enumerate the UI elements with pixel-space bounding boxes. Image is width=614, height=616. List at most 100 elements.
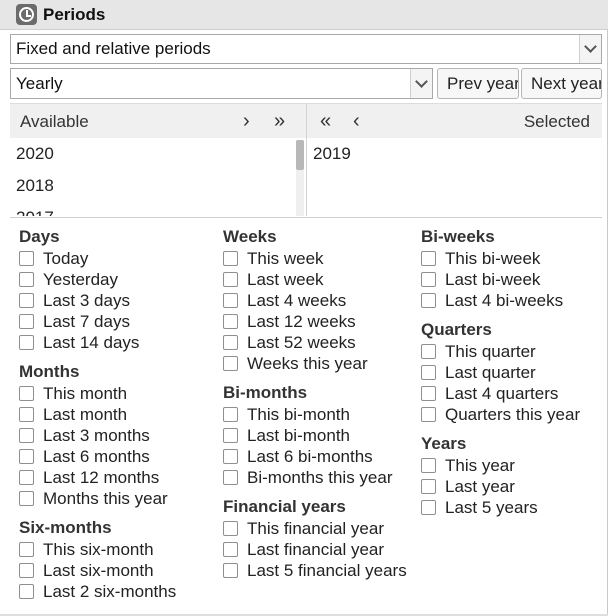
option-last-12-months[interactable]: Last 12 months: [19, 467, 176, 488]
option-last-2-six-months[interactable]: Last 2 six-months: [19, 581, 176, 602]
checkbox[interactable]: [223, 449, 238, 464]
option-months-this-year[interactable]: Months this year: [19, 488, 176, 509]
option-this-financial-year[interactable]: This financial year: [223, 518, 411, 539]
option-label: Weeks this year: [247, 353, 368, 373]
option-last-12-weeks[interactable]: Last 12 weeks: [223, 311, 411, 332]
option-bi-months-this-year[interactable]: Bi-months this year: [223, 467, 411, 488]
selected-list[interactable]: 2019: [308, 138, 602, 216]
option-last-six-month[interactable]: Last six-month: [19, 560, 176, 581]
option-this-year[interactable]: This year: [421, 455, 580, 476]
option-yesterday[interactable]: Yesterday: [19, 269, 176, 290]
select-all-button[interactable]: »: [274, 109, 285, 133]
checkbox[interactable]: [19, 251, 34, 266]
available-list[interactable]: 2020 2018 2017: [10, 138, 306, 216]
checkbox[interactable]: [421, 344, 436, 359]
option-last-5-years[interactable]: Last 5 years: [421, 497, 580, 518]
deselect-all-button[interactable]: «: [320, 109, 331, 133]
checkbox[interactable]: [223, 542, 238, 557]
checkbox[interactable]: [421, 365, 436, 380]
checkbox[interactable]: [223, 407, 238, 422]
list-item[interactable]: 2019: [308, 138, 602, 170]
option-quarters-this-year[interactable]: Quarters this year: [421, 404, 580, 425]
checkbox[interactable]: [19, 293, 34, 308]
option-label: Last quarter: [445, 362, 536, 382]
checkbox[interactable]: [19, 314, 34, 329]
deselect-one-button[interactable]: ‹: [353, 109, 360, 133]
checkbox[interactable]: [421, 251, 436, 266]
period-type-select[interactable]: Fixed and relative periods: [10, 34, 602, 64]
option-last-4-quarters[interactable]: Last 4 quarters: [421, 383, 580, 404]
option-label: Last bi-week: [445, 269, 541, 289]
checkbox[interactable]: [421, 386, 436, 401]
checkbox[interactable]: [19, 563, 34, 578]
option-last-year[interactable]: Last year: [421, 476, 580, 497]
option-this-six-month[interactable]: This six-month: [19, 539, 176, 560]
option-today[interactable]: Today: [19, 248, 176, 269]
option-last-5-financial-years[interactable]: Last 5 financial years: [223, 560, 411, 581]
checkbox[interactable]: [19, 584, 34, 599]
checkbox[interactable]: [19, 542, 34, 557]
checkbox[interactable]: [19, 386, 34, 401]
chevron-down-icon[interactable]: [410, 69, 432, 98]
option-label: Last 6 bi-months: [247, 446, 373, 466]
option-last-7-days[interactable]: Last 7 days: [19, 311, 176, 332]
checkbox[interactable]: [19, 428, 34, 443]
checkbox[interactable]: [223, 521, 238, 536]
option-this-quarter[interactable]: This quarter: [421, 341, 580, 362]
option-this-month[interactable]: This month: [19, 383, 176, 404]
checkbox[interactable]: [223, 272, 238, 287]
option-last-4-bi-weeks[interactable]: Last 4 bi-weeks: [421, 290, 580, 311]
option-last-bi-month[interactable]: Last bi-month: [223, 425, 411, 446]
checkbox[interactable]: [223, 293, 238, 308]
list-item[interactable]: 2020: [10, 138, 306, 170]
checkbox[interactable]: [19, 272, 34, 287]
list-item[interactable]: 2018: [10, 170, 306, 202]
group-title-days: Days: [19, 227, 60, 246]
option-last-quarter[interactable]: Last quarter: [421, 362, 580, 383]
option-label: This six-month: [43, 539, 154, 559]
checkbox[interactable]: [223, 251, 238, 266]
option-last-month[interactable]: Last month: [19, 404, 176, 425]
option-last-52-weeks[interactable]: Last 52 weeks: [223, 332, 411, 353]
list-item[interactable]: 2017: [10, 202, 306, 216]
checkbox[interactable]: [223, 335, 238, 350]
checkbox[interactable]: [421, 479, 436, 494]
checkbox[interactable]: [19, 407, 34, 422]
panel-title: Periods: [43, 4, 106, 24]
checkbox[interactable]: [19, 491, 34, 506]
option-last-week[interactable]: Last week: [223, 269, 411, 290]
option-this-bi-month[interactable]: This bi-month: [223, 404, 411, 425]
period-subtype-select[interactable]: Yearly: [10, 68, 433, 99]
chevron-down-icon[interactable]: [579, 35, 601, 63]
option-last-3-months[interactable]: Last 3 months: [19, 425, 176, 446]
option-last-bi-week[interactable]: Last bi-week: [421, 269, 580, 290]
checkbox[interactable]: [421, 500, 436, 515]
option-last-financial-year[interactable]: Last financial year: [223, 539, 411, 560]
checkbox[interactable]: [19, 470, 34, 485]
period-subtype-value: Yearly: [16, 73, 63, 93]
scrollbar-thumb[interactable]: [296, 140, 304, 170]
checkbox[interactable]: [223, 428, 238, 443]
checkbox[interactable]: [223, 356, 238, 371]
option-weeks-this-year[interactable]: Weeks this year: [223, 353, 411, 374]
checkbox[interactable]: [421, 458, 436, 473]
option-this-bi-week[interactable]: This bi-week: [421, 248, 580, 269]
option-last-6-months[interactable]: Last 6 months: [19, 446, 176, 467]
checkbox[interactable]: [223, 470, 238, 485]
checkbox[interactable]: [421, 293, 436, 308]
checkbox[interactable]: [223, 314, 238, 329]
column-2: Weeks This week Last week Last 4 weeks L…: [223, 224, 411, 581]
next-year-button[interactable]: Next year: [521, 68, 602, 99]
select-one-button[interactable]: ›: [243, 109, 250, 133]
option-this-week[interactable]: This week: [223, 248, 411, 269]
checkbox[interactable]: [421, 407, 436, 422]
checkbox[interactable]: [19, 335, 34, 350]
checkbox[interactable]: [421, 272, 436, 287]
option-last-4-weeks[interactable]: Last 4 weeks: [223, 290, 411, 311]
option-last-6-bi-months[interactable]: Last 6 bi-months: [223, 446, 411, 467]
option-last-14-days[interactable]: Last 14 days: [19, 332, 176, 353]
option-last-3-days[interactable]: Last 3 days: [19, 290, 176, 311]
checkbox[interactable]: [19, 449, 34, 464]
checkbox[interactable]: [223, 563, 238, 578]
prev-year-button[interactable]: Prev year: [437, 68, 519, 99]
